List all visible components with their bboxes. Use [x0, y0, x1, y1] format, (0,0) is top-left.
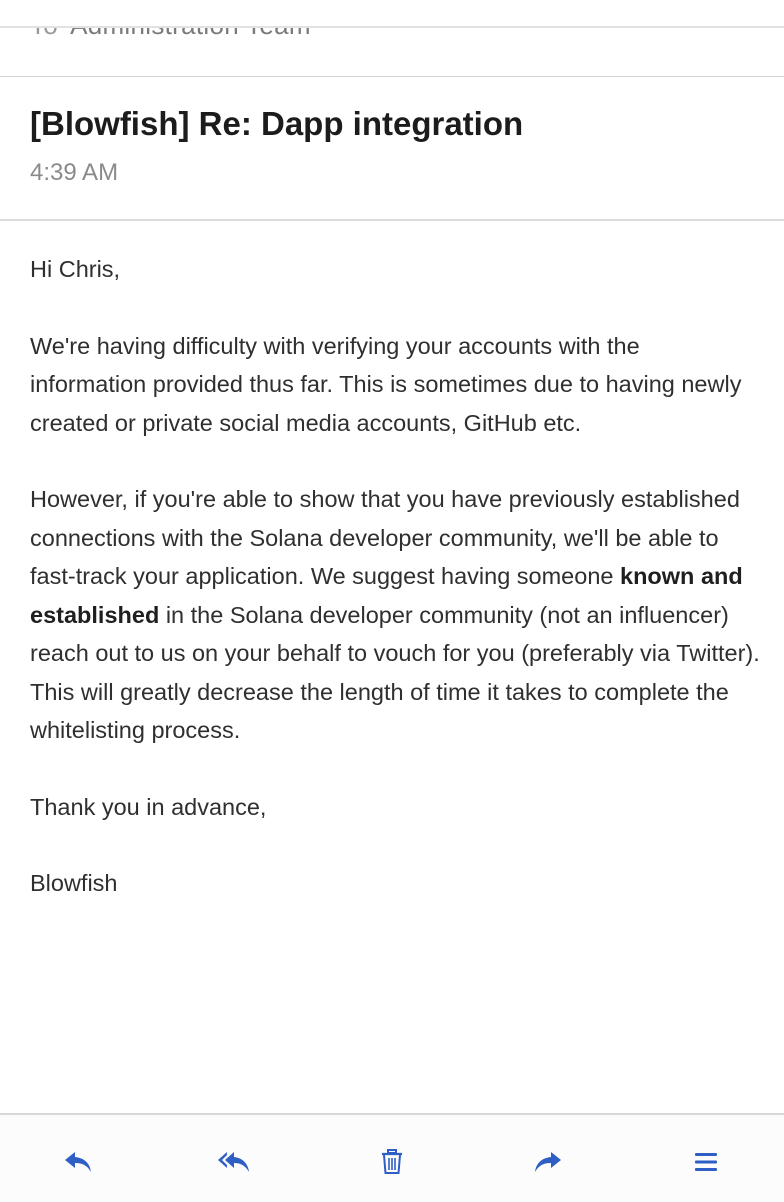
reply-all-button[interactable]: [214, 1145, 254, 1179]
recipient-line: ToAdministration Team: [0, 0, 784, 77]
message-header: [Blowfish] Re: Dapp integration 4:39 AM: [0, 77, 784, 221]
timestamp: 4:39 AM: [30, 159, 119, 186]
menu-icon: [695, 1153, 717, 1171]
reply-button[interactable]: [58, 1145, 98, 1179]
delete-button[interactable]: [372, 1145, 412, 1179]
top-edge: [0, 0, 784, 28]
signature: Blowfish: [30, 870, 118, 896]
paragraph-2: However, if you're able to show that you…: [30, 480, 760, 750]
reply-icon: [65, 1152, 91, 1172]
trash-icon: [382, 1149, 402, 1174]
message-body: Hi Chris, We're having difficulty with v…: [30, 250, 760, 941]
forward-button[interactable]: [528, 1145, 568, 1179]
greeting: Hi Chris,: [30, 256, 121, 282]
subject: [Blowfish] Re: Dapp integration: [30, 105, 524, 142]
forward-icon: [535, 1152, 561, 1172]
more-button[interactable]: [686, 1145, 726, 1179]
bottom-toolbar: [0, 1113, 784, 1202]
closing: Thank you in advance,: [30, 793, 267, 820]
paragraph-1: We're having difficulty with verifying y…: [30, 332, 742, 436]
reply-all-icon: [218, 1152, 249, 1172]
